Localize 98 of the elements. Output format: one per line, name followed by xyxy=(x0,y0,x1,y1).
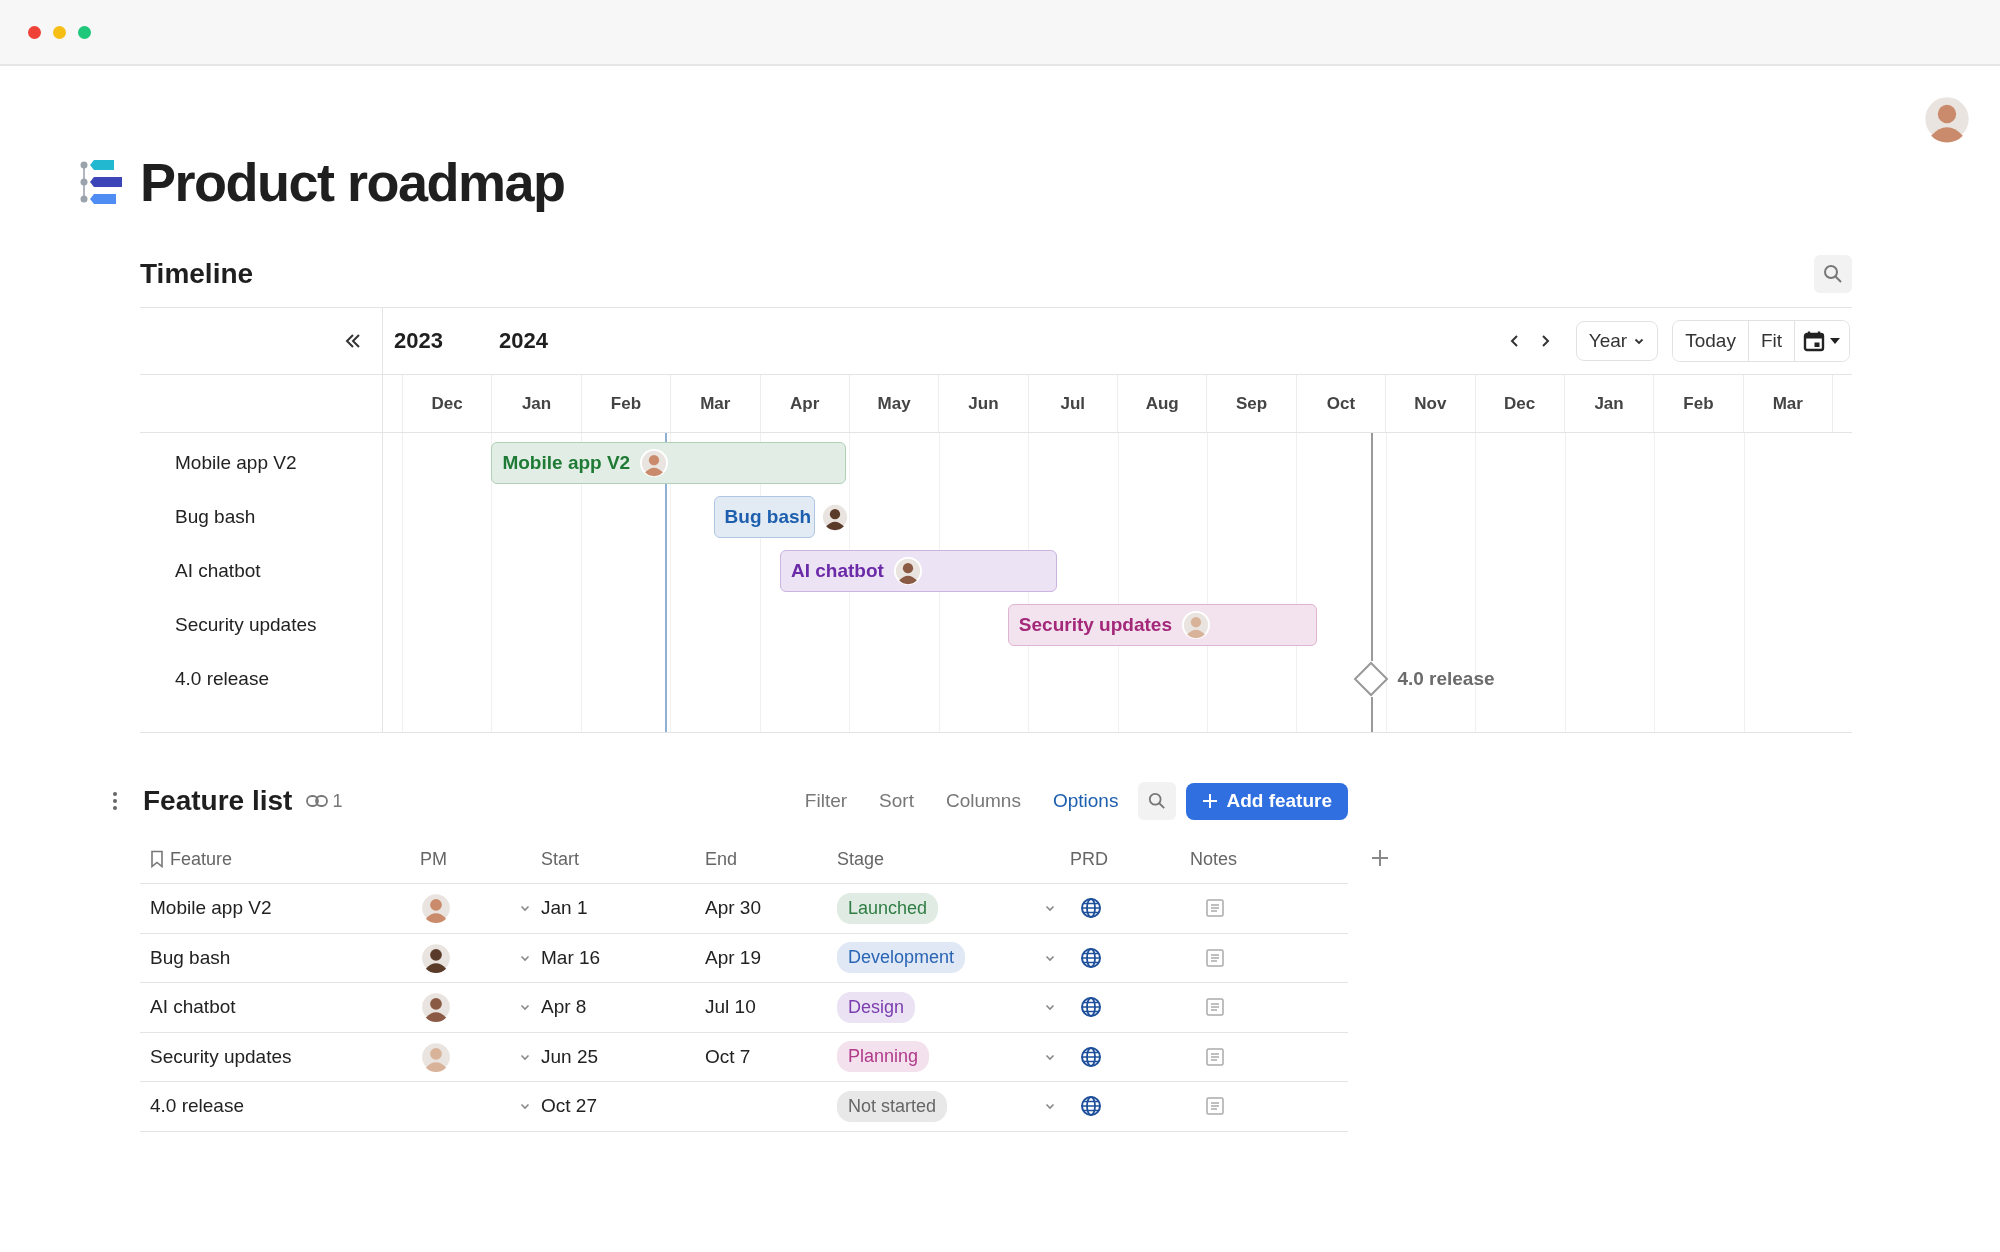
minimize-dot[interactable] xyxy=(53,25,66,39)
month-header: Nov xyxy=(1385,375,1475,432)
table-cell: Oct 27 xyxy=(541,1095,597,1118)
avatar xyxy=(1922,94,1972,144)
month-header: Feb xyxy=(1653,375,1743,432)
toolbar-button[interactable]: Options xyxy=(1042,786,1129,816)
chevron-right-icon xyxy=(1539,334,1550,348)
stage-tag: Launched xyxy=(837,892,939,924)
table-cell: Security updates xyxy=(150,1045,292,1068)
stage-tag: Development xyxy=(837,942,966,974)
bar-label: AI chatbot xyxy=(790,560,884,582)
month-header: Mar xyxy=(1742,375,1833,432)
year-label: 2024 xyxy=(498,328,548,354)
stage-tag: Not started xyxy=(837,1090,948,1122)
section-title: Feature list xyxy=(143,785,293,817)
link-count: 1 xyxy=(332,790,343,812)
globe-icon[interactable] xyxy=(1080,946,1102,969)
search-button[interactable] xyxy=(1138,782,1177,820)
calendar-icon xyxy=(1803,330,1825,352)
column-header[interactable]: Notes xyxy=(1190,848,1238,870)
year-label: 2023 xyxy=(394,328,443,354)
avatar xyxy=(893,557,922,585)
search-icon xyxy=(1823,264,1843,284)
month-header: Aug xyxy=(1117,375,1207,432)
timeline-bar[interactable] xyxy=(779,550,1057,592)
month-header: Dec xyxy=(402,375,492,432)
column-header[interactable]: PM xyxy=(420,848,447,870)
month-header: Feb xyxy=(580,375,671,432)
maximize-dot[interactable] xyxy=(78,25,91,39)
view-dropdown[interactable]: Year xyxy=(1575,321,1659,361)
bookmark-icon xyxy=(150,850,164,868)
timeline-bar[interactable] xyxy=(1007,604,1317,646)
avatar xyxy=(821,503,850,531)
milestone-label: 4.0 release xyxy=(1397,668,1495,690)
roadmap-icon xyxy=(80,159,122,205)
toolbar-button[interactable]: Today xyxy=(1673,321,1749,361)
globe-icon[interactable] xyxy=(1080,1095,1102,1118)
table-cell: Mar 16 xyxy=(541,946,601,969)
month-header: Jun xyxy=(938,375,1028,432)
avatar xyxy=(1181,611,1210,639)
month-header: Oct xyxy=(1295,375,1386,432)
globe-icon[interactable] xyxy=(1080,996,1102,1019)
avatar xyxy=(640,449,669,477)
table-cell: Bug bash xyxy=(150,946,231,969)
collapse-icon[interactable] xyxy=(344,333,362,349)
table-cell: Oct 7 xyxy=(705,1045,751,1068)
table-cell: Apr 19 xyxy=(705,946,761,969)
column-header[interactable]: Stage xyxy=(837,848,885,870)
column-header[interactable]: End xyxy=(705,848,738,870)
search-button[interactable] xyxy=(1814,255,1852,293)
month-header: Jan xyxy=(1563,375,1654,432)
globe-icon[interactable] xyxy=(1080,897,1102,920)
toolbar-button[interactable]: Filter xyxy=(794,786,858,816)
link-icon xyxy=(306,795,329,807)
table-cell: Mobile app V2 xyxy=(150,897,272,920)
row-label: 4.0 release xyxy=(174,667,270,691)
close-dot[interactable] xyxy=(28,25,41,39)
row-label: Bug bash xyxy=(174,505,257,529)
month-header: Dec xyxy=(1474,375,1564,432)
search-icon xyxy=(1148,792,1167,810)
month-header: Sep xyxy=(1206,375,1296,432)
table-cell: Jul 10 xyxy=(705,996,756,1019)
column-header[interactable]: Start xyxy=(541,848,579,870)
month-header: Apr xyxy=(759,375,849,432)
stage-tag: Planning xyxy=(837,1041,930,1073)
bar-label: Bug bash xyxy=(724,506,812,528)
table-cell: Apr 30 xyxy=(705,897,761,920)
month-header: May xyxy=(848,375,939,432)
milestone-line xyxy=(1371,697,1374,732)
table-cell: AI chatbot xyxy=(150,996,236,1019)
month-header: Jul xyxy=(1027,375,1117,432)
section-title: Timeline xyxy=(140,258,254,290)
row-label: Mobile app V2 xyxy=(174,451,298,475)
bar-label: Security updates xyxy=(1018,614,1172,636)
table-cell: Jan 1 xyxy=(541,897,588,920)
month-header: Mar xyxy=(670,375,760,432)
globe-icon[interactable] xyxy=(1080,1045,1102,1068)
chevron-left-icon xyxy=(1509,334,1520,348)
add-feature-button[interactable]: Add feature xyxy=(1186,782,1348,820)
bar-label: Mobile app V2 xyxy=(502,452,631,474)
column-header[interactable]: PRD xyxy=(1070,848,1108,870)
caret-down-icon xyxy=(1829,337,1841,345)
timeline-bar[interactable] xyxy=(713,496,815,538)
table-cell: Jun 25 xyxy=(541,1045,599,1068)
stage-tag: Design xyxy=(837,991,916,1023)
plus-icon xyxy=(1202,793,1219,809)
more-icon[interactable] xyxy=(112,791,118,811)
row-label: Security updates xyxy=(174,613,318,637)
table-cell: 4.0 release xyxy=(150,1095,244,1118)
toolbar-button[interactable]: Columns xyxy=(935,786,1031,816)
milestone-diamond[interactable] xyxy=(1353,661,1390,697)
row-label: AI chatbot xyxy=(174,559,262,583)
toolbar-button[interactable]: Sort xyxy=(869,786,924,816)
page-title: Product roadmap xyxy=(140,151,565,213)
timeline-bar[interactable] xyxy=(491,442,847,484)
column-header[interactable]: Feature xyxy=(170,848,233,870)
month-header: Jan xyxy=(491,375,581,432)
table-cell: Apr 8 xyxy=(541,996,587,1019)
